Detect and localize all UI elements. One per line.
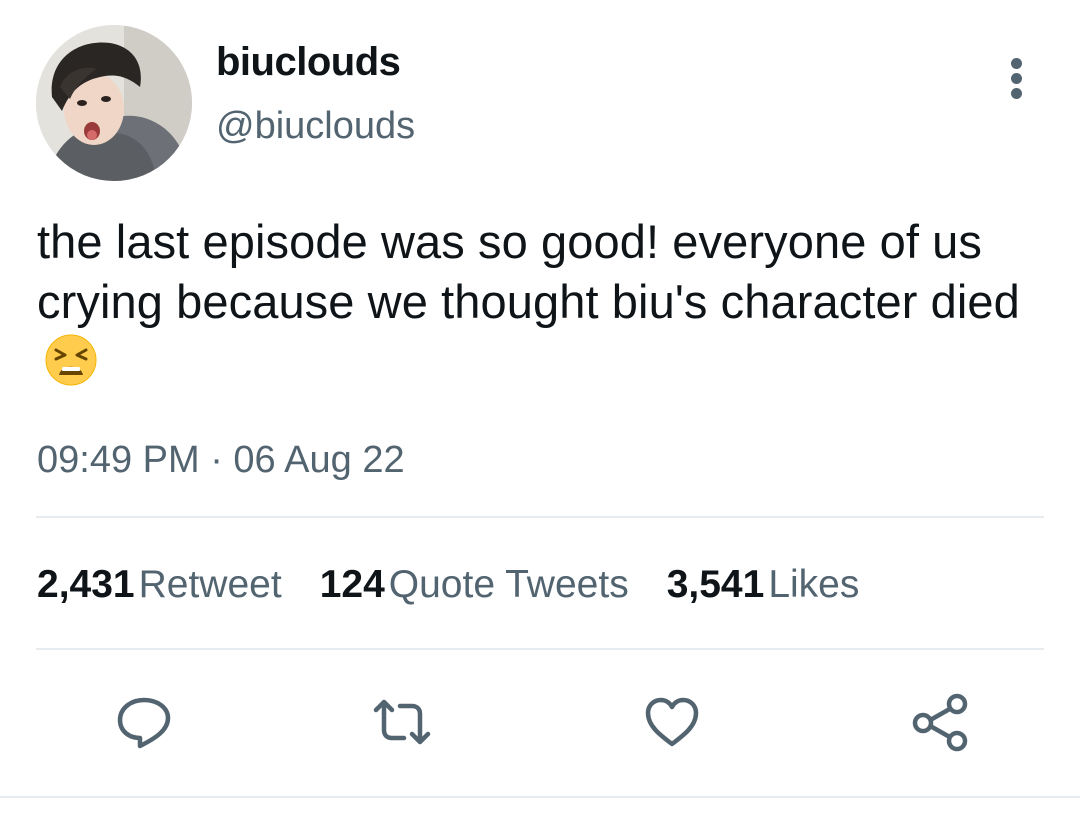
tweet-text: the last episode was so good! everyone o… bbox=[37, 212, 1037, 392]
tweet-timestamp[interactable]: 09:49 PM · 06 Aug 22 bbox=[37, 438, 405, 482]
retweet-label: Retweet bbox=[138, 563, 282, 606]
tired-face-emoji bbox=[45, 334, 97, 386]
likes-count: 3,541 bbox=[666, 563, 765, 606]
reply-button[interactable] bbox=[112, 690, 176, 754]
retweet-icon bbox=[373, 699, 431, 745]
quote-tweets-count: 124 bbox=[319, 563, 385, 606]
divider bbox=[36, 648, 1044, 650]
retweet-count-link[interactable]: 2,431 Retweet bbox=[37, 562, 282, 608]
divider bbox=[0, 796, 1080, 798]
divider bbox=[36, 516, 1044, 518]
tweet-body: the last episode was so good! everyone o… bbox=[37, 215, 1020, 328]
quote-tweets-count-link[interactable]: 124 Quote Tweets bbox=[320, 562, 629, 608]
display-name[interactable]: biuclouds bbox=[216, 38, 401, 86]
retweet-button[interactable] bbox=[370, 690, 434, 754]
retweet-count: 2,431 bbox=[37, 563, 135, 606]
tweet-detail: biuclouds @biuclouds the last episode wa… bbox=[0, 0, 1080, 813]
avatar-photo bbox=[36, 25, 192, 181]
likes-count-link[interactable]: 3,541 Likes bbox=[667, 562, 860, 608]
reply-icon bbox=[117, 697, 171, 749]
more-options-icon[interactable] bbox=[1002, 56, 1032, 100]
like-icon bbox=[645, 697, 699, 747]
tweet-stats: 2,431 Retweet 124 Quote Tweets 3,541 Likes bbox=[37, 562, 897, 608]
share-button[interactable] bbox=[908, 690, 972, 754]
likes-label: Likes bbox=[768, 563, 860, 606]
avatar[interactable] bbox=[36, 25, 192, 181]
share-icon bbox=[912, 693, 968, 752]
user-handle[interactable]: @biuclouds bbox=[216, 104, 415, 148]
quote-tweets-label: Quote Tweets bbox=[388, 563, 629, 606]
like-button[interactable] bbox=[640, 690, 704, 754]
